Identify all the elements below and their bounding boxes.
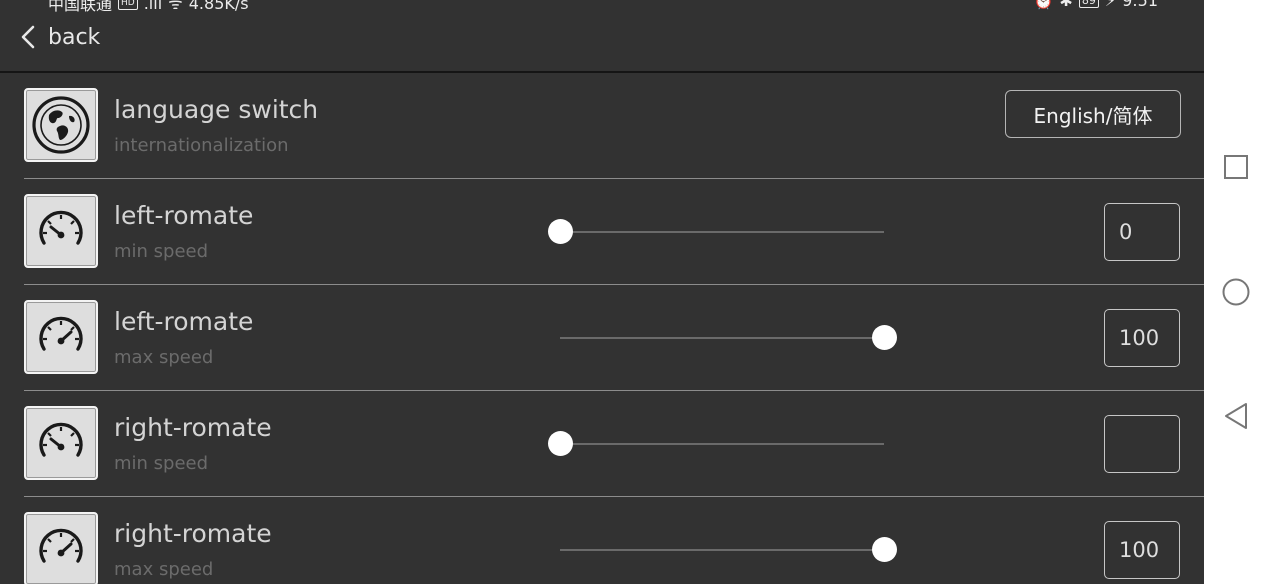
recent-apps-button[interactable] bbox=[1220, 151, 1252, 183]
slider-thumb[interactable] bbox=[548, 219, 573, 244]
settings-app: 中国联通 HD .ıll ᯤ 4.85K/s ⏰ ✱ 89 ⚡ 9:51 bac… bbox=[0, 0, 1204, 584]
nav-back-button[interactable] bbox=[1220, 400, 1252, 432]
status-left: 中国联通 HD .ıll ᯤ 4.85K/s bbox=[48, 0, 249, 15]
setting-subtitle: max speed bbox=[114, 559, 214, 580]
speedometer-icon bbox=[24, 406, 98, 480]
signal-icon: .ıll bbox=[143, 0, 163, 13]
speed-slider[interactable] bbox=[548, 218, 884, 246]
slider-track bbox=[560, 549, 884, 551]
charging-icon: ⚡ bbox=[1104, 0, 1117, 10]
setting-title: right-romate bbox=[114, 519, 272, 548]
back-label: back bbox=[48, 24, 101, 50]
slider-track bbox=[560, 337, 884, 339]
screen: 中国联通 HD .ıll ᯤ 4.85K/s ⏰ ✱ 89 ⚡ 9:51 bac… bbox=[0, 0, 1268, 584]
chevron-left-icon bbox=[21, 25, 35, 49]
square-icon bbox=[1224, 155, 1248, 179]
setting-row: left-romate min speed 0 bbox=[24, 179, 1204, 285]
setting-subtitle: min speed bbox=[114, 453, 209, 474]
setting-title: right-romate bbox=[114, 413, 272, 442]
speed-slider[interactable] bbox=[560, 324, 897, 352]
slider-thumb[interactable] bbox=[872, 325, 897, 350]
setting-row: left-romate max speed 100 bbox=[24, 285, 1204, 391]
setting-title: language switch bbox=[114, 95, 319, 124]
back-button[interactable]: back bbox=[20, 22, 100, 52]
speed-value-input[interactable]: 100 bbox=[1104, 309, 1180, 367]
speed-value-input[interactable]: 0 bbox=[1104, 203, 1180, 261]
setting-title: left-romate bbox=[114, 201, 254, 230]
speed-value-input[interactable]: 100 bbox=[1104, 521, 1180, 579]
globe-icon bbox=[24, 88, 98, 162]
header: back bbox=[0, 14, 1204, 72]
setting-row: language switch internationalization Engli… bbox=[24, 73, 1204, 179]
speed-value-input[interactable] bbox=[1104, 415, 1180, 473]
setting-title: left-romate bbox=[114, 307, 254, 336]
bluetooth-icon: ✱ bbox=[1059, 0, 1073, 10]
slider-track bbox=[560, 231, 884, 233]
speedometer-icon bbox=[24, 300, 98, 374]
network-speed: 4.85K/s bbox=[188, 0, 249, 13]
setting-row: right-romate max speed 100 bbox=[24, 497, 1204, 584]
battery-level: 89 bbox=[1078, 0, 1099, 8]
system-nav-bar bbox=[1204, 0, 1268, 584]
carrier-label: 中国联通 bbox=[48, 0, 113, 14]
circle-icon bbox=[1222, 278, 1250, 306]
setting-subtitle: max speed bbox=[114, 347, 214, 368]
setting-subtitle: min speed bbox=[114, 241, 209, 262]
language-switch-button[interactable]: English/简体 bbox=[1005, 90, 1181, 138]
clock: 9:51 bbox=[1122, 0, 1158, 10]
speedometer-icon bbox=[24, 512, 98, 584]
speed-slider[interactable] bbox=[548, 430, 884, 458]
speed-slider[interactable] bbox=[560, 536, 897, 564]
setting-row: right-romate min speed bbox=[24, 391, 1204, 497]
slider-thumb[interactable] bbox=[548, 431, 573, 456]
home-button[interactable] bbox=[1220, 276, 1252, 308]
hd-badge: HD bbox=[118, 0, 138, 10]
slider-thumb[interactable] bbox=[872, 537, 897, 562]
speedometer-icon bbox=[24, 194, 98, 268]
setting-subtitle: internationalization bbox=[114, 135, 289, 156]
alarm-icon: ⏰ bbox=[1033, 0, 1054, 10]
triangle-back-icon bbox=[1225, 403, 1247, 429]
slider-track bbox=[560, 443, 884, 445]
status-right: ⏰ ✱ 89 ⚡ 9:51 bbox=[1033, 0, 1158, 10]
status-bar: 中国联通 HD .ıll ᯤ 4.85K/s ⏰ ✱ 89 ⚡ 9:51 bbox=[0, 0, 1204, 15]
wifi-icon: ᯤ bbox=[168, 0, 183, 13]
